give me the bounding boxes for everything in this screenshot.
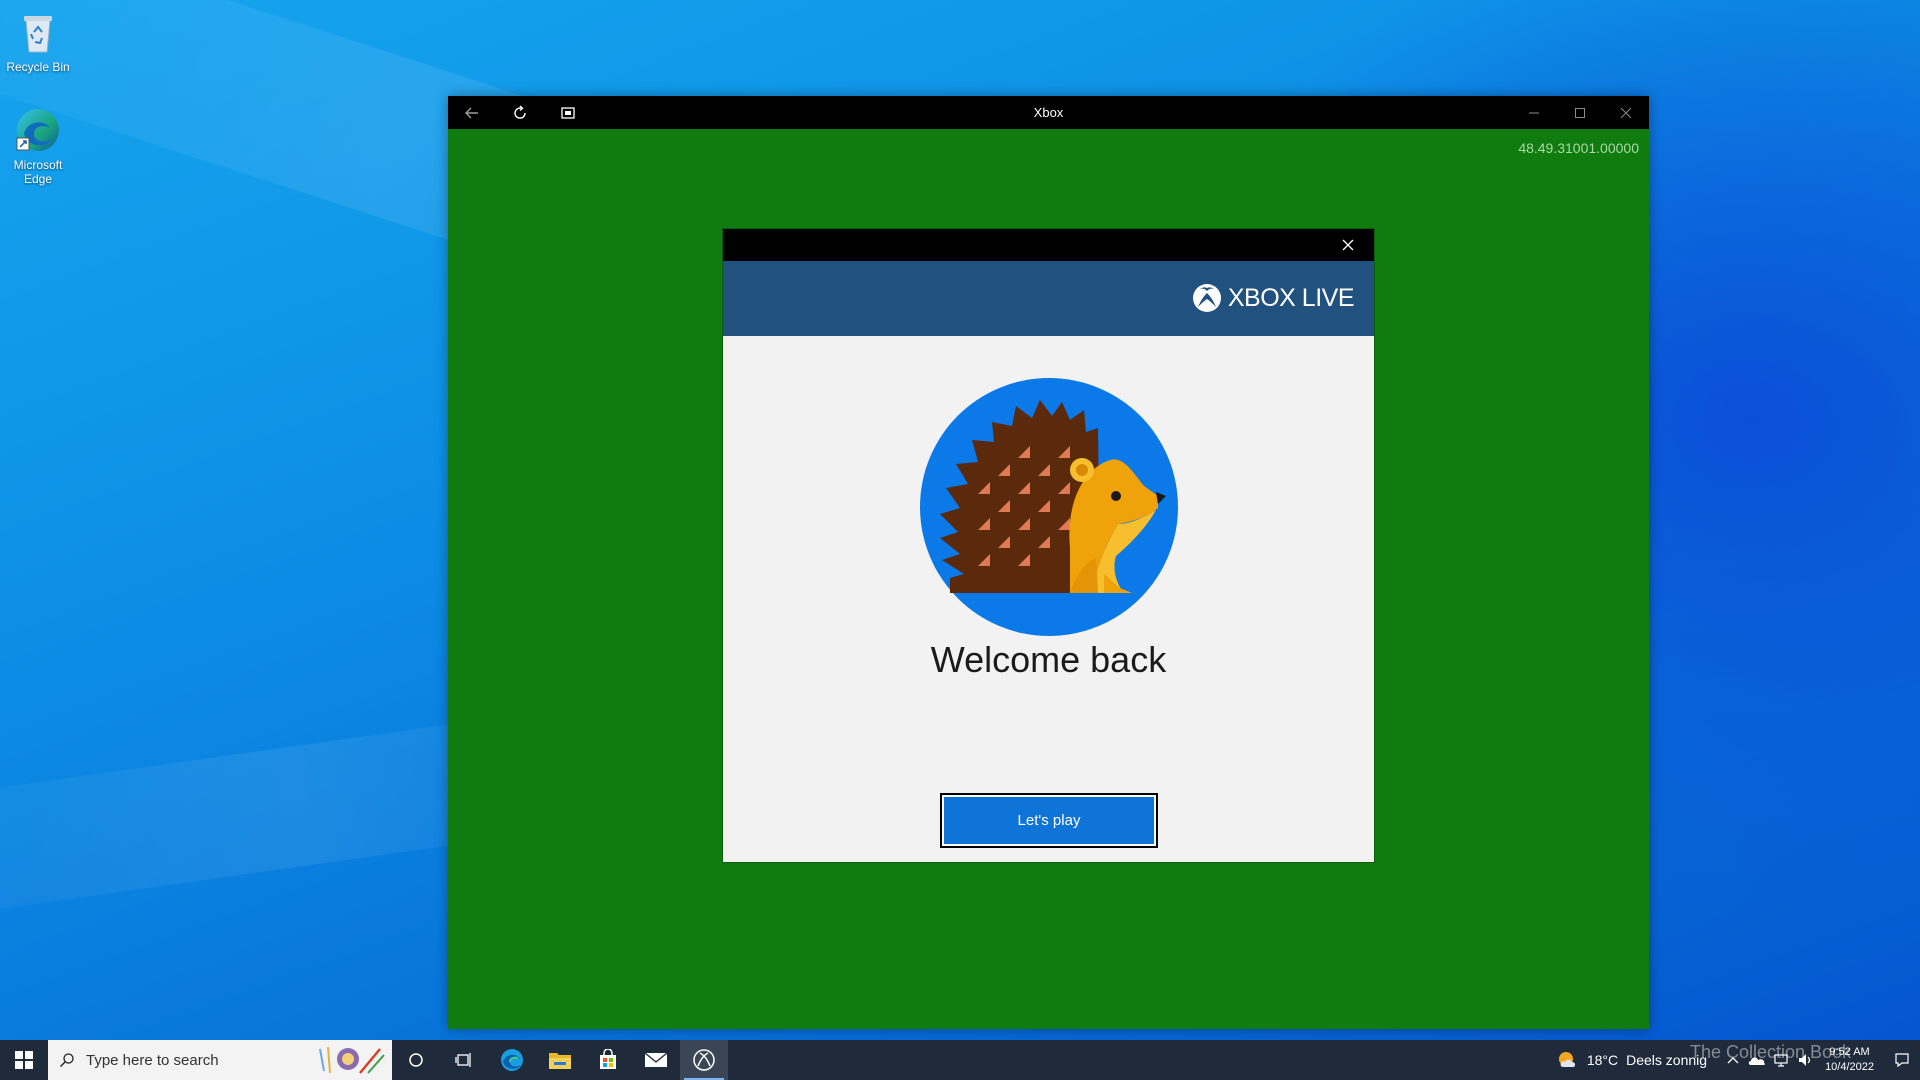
search-highlight-art <box>308 1043 388 1077</box>
windows-logo-icon <box>15 1051 33 1069</box>
task-view-icon[interactable] <box>440 1040 488 1080</box>
desktop-icon-edge[interactable]: Microsoft Edge <box>0 106 76 186</box>
file-explorer-icon[interactable] <box>536 1040 584 1080</box>
edge-icon[interactable] <box>488 1040 536 1080</box>
desktop-icon-label: Recycle Bin <box>6 60 70 74</box>
notifications-icon[interactable] <box>1884 1040 1920 1080</box>
weather-temp: 18°C <box>1586 1052 1619 1068</box>
version-label: 48.49.31001.00000 <box>1518 140 1639 156</box>
sign-in-dialog: XBOX LIVE Welcome back Let's play <box>723 229 1374 862</box>
desktop-icon-label: Microsoft Edge <box>13 158 63 186</box>
xbox-live-logo: XBOX LIVE <box>1192 283 1355 313</box>
edge-icon <box>14 106 62 154</box>
back-arrow-icon[interactable] <box>448 96 496 129</box>
xbox-icon[interactable] <box>680 1040 728 1080</box>
snapshot-icon[interactable] <box>544 96 592 129</box>
cortana-icon[interactable] <box>392 1040 440 1080</box>
xbox-window: Xbox 48.49.31001.00000 XBOX LIVE Welcome… <box>448 96 1649 1029</box>
search-placeholder: Type here to search <box>86 1051 219 1069</box>
weather-widget[interactable]: 18°C Deels zonnig <box>1557 1050 1707 1070</box>
window-titlebar[interactable]: Xbox <box>448 96 1649 129</box>
search-icon <box>48 1052 86 1068</box>
refresh-icon[interactable] <box>496 96 544 129</box>
taskbar: Type here to search 18°C Deels zonnig 9:… <box>0 1040 1920 1080</box>
lets-play-button[interactable]: Let's play <box>940 793 1158 848</box>
dialog-header: XBOX LIVE <box>723 261 1374 336</box>
search-box[interactable]: Type here to search <box>48 1040 392 1080</box>
mail-icon[interactable] <box>632 1040 680 1080</box>
recycle-bin-icon <box>14 8 62 56</box>
dialog-titlebar <box>723 229 1374 261</box>
close-icon[interactable] <box>1603 96 1649 129</box>
window-title: Xbox <box>1033 105 1064 120</box>
xbox-logo-icon <box>1192 284 1221 312</box>
desktop-icon-recycle-bin[interactable]: Recycle Bin <box>0 8 76 74</box>
xbox-live-brand: XBOX LIVE <box>1227 283 1355 312</box>
minimize-icon[interactable] <box>1511 96 1557 129</box>
maximize-icon[interactable] <box>1557 96 1603 129</box>
welcome-heading: Welcome back <box>930 639 1167 680</box>
partly-sunny-icon <box>1558 1052 1575 1067</box>
dialog-close-icon[interactable] <box>1332 229 1364 261</box>
store-icon[interactable] <box>584 1040 632 1080</box>
start-button[interactable] <box>0 1040 48 1080</box>
hedgehog-avatar <box>920 378 1178 636</box>
watermark: The Collection Book <box>1690 1042 1852 1062</box>
